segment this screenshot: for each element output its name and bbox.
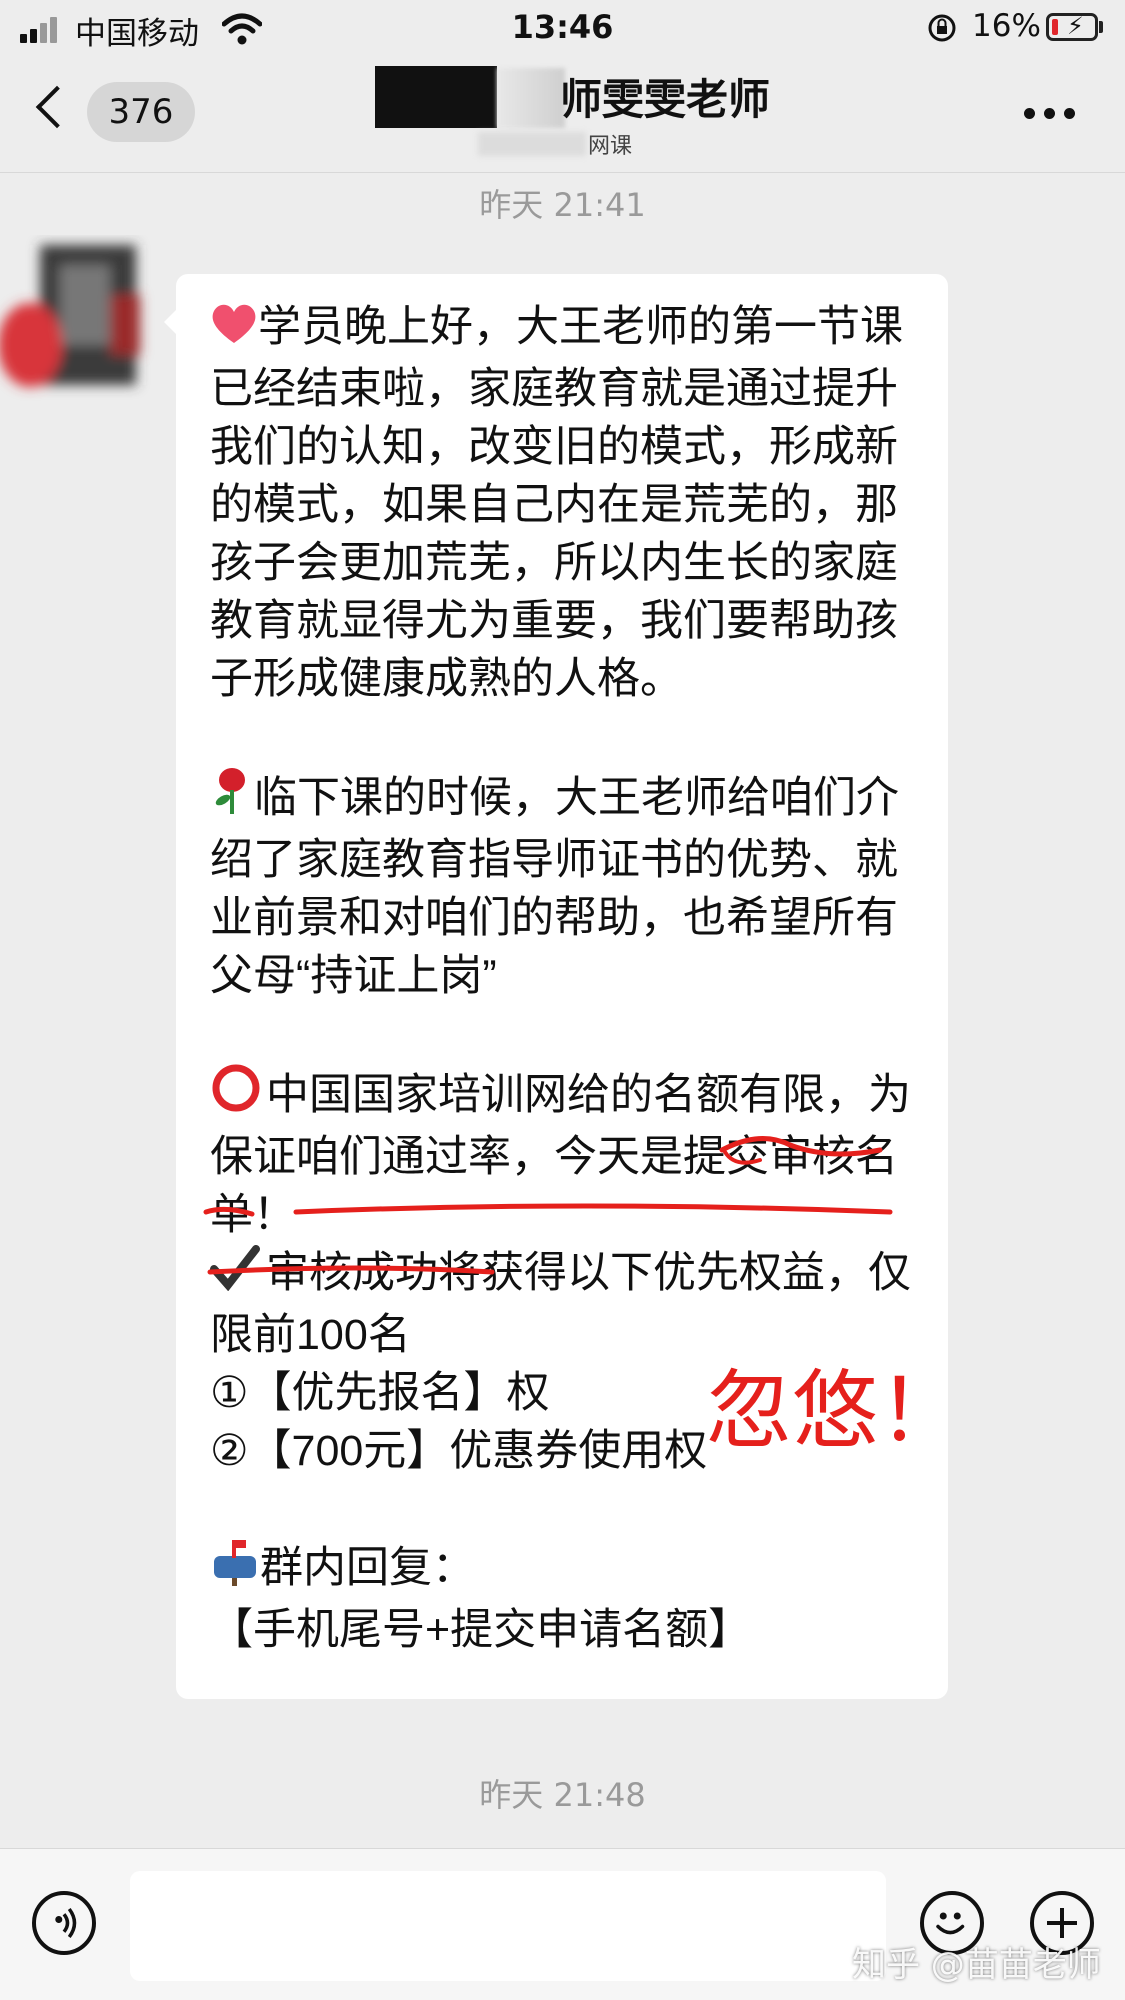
- unread-count-badge[interactable]: 376: [87, 82, 195, 142]
- zhihu-watermark: 知乎 @苗苗老师: [852, 1945, 1101, 1985]
- reply-format: 【手机尾号+提交申请名额】: [210, 1606, 752, 1654]
- benefit-item-1: ①【优先报名】权: [210, 1369, 550, 1417]
- check-mark-icon: [210, 1245, 266, 1306]
- chat-title[interactable]: 师雯雯老师: [560, 66, 770, 127]
- rotation-lock-icon: [928, 14, 956, 42]
- battery-icon: ⚡: [1046, 12, 1098, 41]
- battery-cap: [1099, 21, 1103, 33]
- charging-bolt-icon: ⚡: [1067, 12, 1084, 40]
- rose-icon: [210, 766, 254, 831]
- message-paragraph-3: 中国国家培训网给的名额有限，为保证咱们通过率，今天是提交审核名单！: [210, 1071, 911, 1239]
- reply-label: 群内回复：: [260, 1544, 475, 1592]
- battery-percent: 16%: [972, 8, 1041, 44]
- status-bar: 中国移动 13:46 16% ⚡: [0, 0, 1125, 56]
- chat-header: 376 师雯雯老师 网课: [0, 56, 1125, 173]
- chat-screen: 中国移动 13:46 16% ⚡ 376 师雯雯老师 网课 昨天 21:41 学…: [0, 0, 1125, 2000]
- benefit-item-2: ②【700元】优惠券使用权: [210, 1427, 708, 1475]
- blurred-subtitle-block: [478, 132, 586, 156]
- red-heart-icon: [210, 301, 258, 360]
- sender-avatar[interactable]: [0, 235, 156, 410]
- blurred-title-block: [497, 68, 565, 128]
- back-chevron-icon[interactable]: [35, 85, 79, 129]
- red-circle-icon: [210, 1063, 266, 1128]
- message-paragraph-2: 临下课的时候，大王老师给咱们介绍了家庭教育指导师证书的优势、就业前景和对咱们的帮…: [210, 774, 899, 1000]
- message-timestamp-bottom: 昨天 21:48: [479, 1776, 646, 1814]
- more-options-icon[interactable]: [1024, 108, 1076, 120]
- message-input[interactable]: [130, 1871, 886, 1981]
- message-bubble[interactable]: 学员晚上好，大王老师的第一节课已经结束啦，家庭教育就是通过提升我们的认知，改变旧…: [164, 274, 948, 1699]
- voice-input-icon[interactable]: [32, 1891, 96, 1955]
- redacted-title-block: [375, 66, 497, 128]
- mailbox-icon: [210, 1538, 260, 1601]
- message-timestamp: 昨天 21:41: [479, 186, 646, 224]
- battery-level-fill: [1052, 19, 1058, 35]
- chat-subtitle: 网课: [588, 134, 633, 159]
- message-paragraph-1: 学员晚上好，大王老师的第一节课已经结束啦，家庭教育就是通过提升我们的认知，改变旧…: [210, 303, 903, 703]
- handwritten-annotation: 忽悠！: [706, 1361, 964, 1461]
